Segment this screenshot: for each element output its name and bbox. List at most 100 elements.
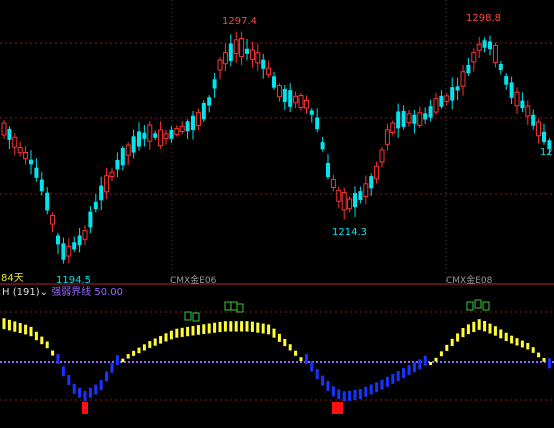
candle-body <box>191 115 195 131</box>
candle-body <box>261 59 266 69</box>
indicator-bar <box>115 355 119 366</box>
candle-body <box>245 48 249 54</box>
indicator-bar <box>148 341 152 348</box>
grid-lines <box>0 0 554 401</box>
candle-body <box>7 128 12 140</box>
candle-body <box>439 95 444 107</box>
indicator-bar <box>531 347 535 353</box>
candle-body <box>353 193 357 208</box>
days-label: 84天 <box>1 273 24 284</box>
right-edge-price-label: 12 <box>540 147 553 158</box>
indicator-bar <box>375 382 379 393</box>
indicator-bar <box>202 324 206 335</box>
indicator-signal-bar <box>224 301 232 311</box>
indicator-bar <box>110 362 114 373</box>
candle-body <box>412 114 417 124</box>
indicator-bar <box>472 321 476 333</box>
candle-body <box>396 111 401 129</box>
indicator-bar <box>256 322 260 333</box>
indicator-bar <box>207 323 211 334</box>
candle-body <box>169 129 174 139</box>
indicator-bar <box>229 321 233 332</box>
indicator-signal-bar <box>82 402 88 414</box>
indicator-bar <box>272 328 276 338</box>
indicator-signal-bar <box>474 299 482 309</box>
indicator-bar <box>299 357 303 362</box>
candle-body <box>520 100 525 109</box>
candle-body <box>358 191 363 201</box>
indicator-bar <box>29 326 33 337</box>
candle-body <box>66 245 72 257</box>
candle-body <box>233 39 239 55</box>
candle-body <box>212 79 217 89</box>
candle-body <box>423 113 428 120</box>
candle-body <box>428 106 433 118</box>
candle-body <box>12 136 18 148</box>
candle-body <box>326 162 330 178</box>
candle-body <box>104 175 110 193</box>
candle-body <box>147 124 153 142</box>
candle-body <box>158 129 164 147</box>
candle-body <box>288 90 293 107</box>
candle-body <box>153 133 158 138</box>
indicator-bar <box>288 344 292 351</box>
candle-body <box>482 40 487 48</box>
candle-body <box>433 98 439 113</box>
candle-body <box>369 176 374 189</box>
candle-body <box>315 117 320 130</box>
indicator-bar <box>429 361 433 365</box>
indicator-bar <box>493 326 497 336</box>
candle-body <box>77 235 82 246</box>
indicator-signal-bar <box>236 303 244 313</box>
indicator-bar <box>234 321 238 332</box>
candle-body <box>207 97 212 106</box>
indicator-bar <box>456 333 460 342</box>
candle-body <box>272 76 276 88</box>
candle-body <box>88 211 93 228</box>
candle-body <box>255 52 261 64</box>
candle-body <box>99 185 104 201</box>
candlesticks <box>1 31 552 264</box>
candle-body <box>17 147 23 154</box>
indicator-bar <box>261 323 265 334</box>
indicator-bar <box>186 326 190 337</box>
candle-body <box>93 201 98 210</box>
candle-body <box>82 230 88 240</box>
indicator-bar <box>439 351 443 357</box>
indicator-bar <box>342 391 346 402</box>
indicator-bar <box>461 328 465 338</box>
indicator-bar <box>196 325 200 335</box>
indicator-bar <box>396 370 400 381</box>
candle-body <box>115 159 120 170</box>
indicator-signal-bar <box>184 311 192 321</box>
indicator-bar <box>24 324 28 335</box>
chevron-down-icon[interactable]: ⌄ <box>40 287 48 298</box>
indicator-bar <box>504 332 508 341</box>
candle-body <box>488 41 492 50</box>
candle-body <box>239 38 245 57</box>
indicator-bar <box>488 323 492 334</box>
indicator-bar <box>337 389 341 400</box>
candle-body <box>341 192 347 211</box>
low-price-label-1: 1214.3 <box>332 227 367 238</box>
indicator-bar <box>267 324 271 335</box>
indicator-bar <box>121 358 125 363</box>
candle-body <box>137 131 141 147</box>
chart-canvas[interactable] <box>0 0 554 428</box>
candle-body <box>61 243 66 260</box>
candle-body <box>363 183 369 198</box>
indicator-bar <box>477 319 481 330</box>
indicator-bar <box>466 324 470 335</box>
candle-body <box>347 198 353 210</box>
indicator-name[interactable]: H <box>2 287 10 298</box>
indicator-bar <box>94 384 98 395</box>
candle-body <box>498 63 503 71</box>
indicator-bar <box>61 366 65 377</box>
indicator-bar <box>277 333 281 342</box>
indicator-bar <box>164 333 168 342</box>
candle-body <box>72 242 77 250</box>
indicator-bar <box>331 386 335 397</box>
indicator-bar <box>240 321 244 332</box>
indicator-bar <box>67 374 71 385</box>
candle-body <box>109 171 115 178</box>
